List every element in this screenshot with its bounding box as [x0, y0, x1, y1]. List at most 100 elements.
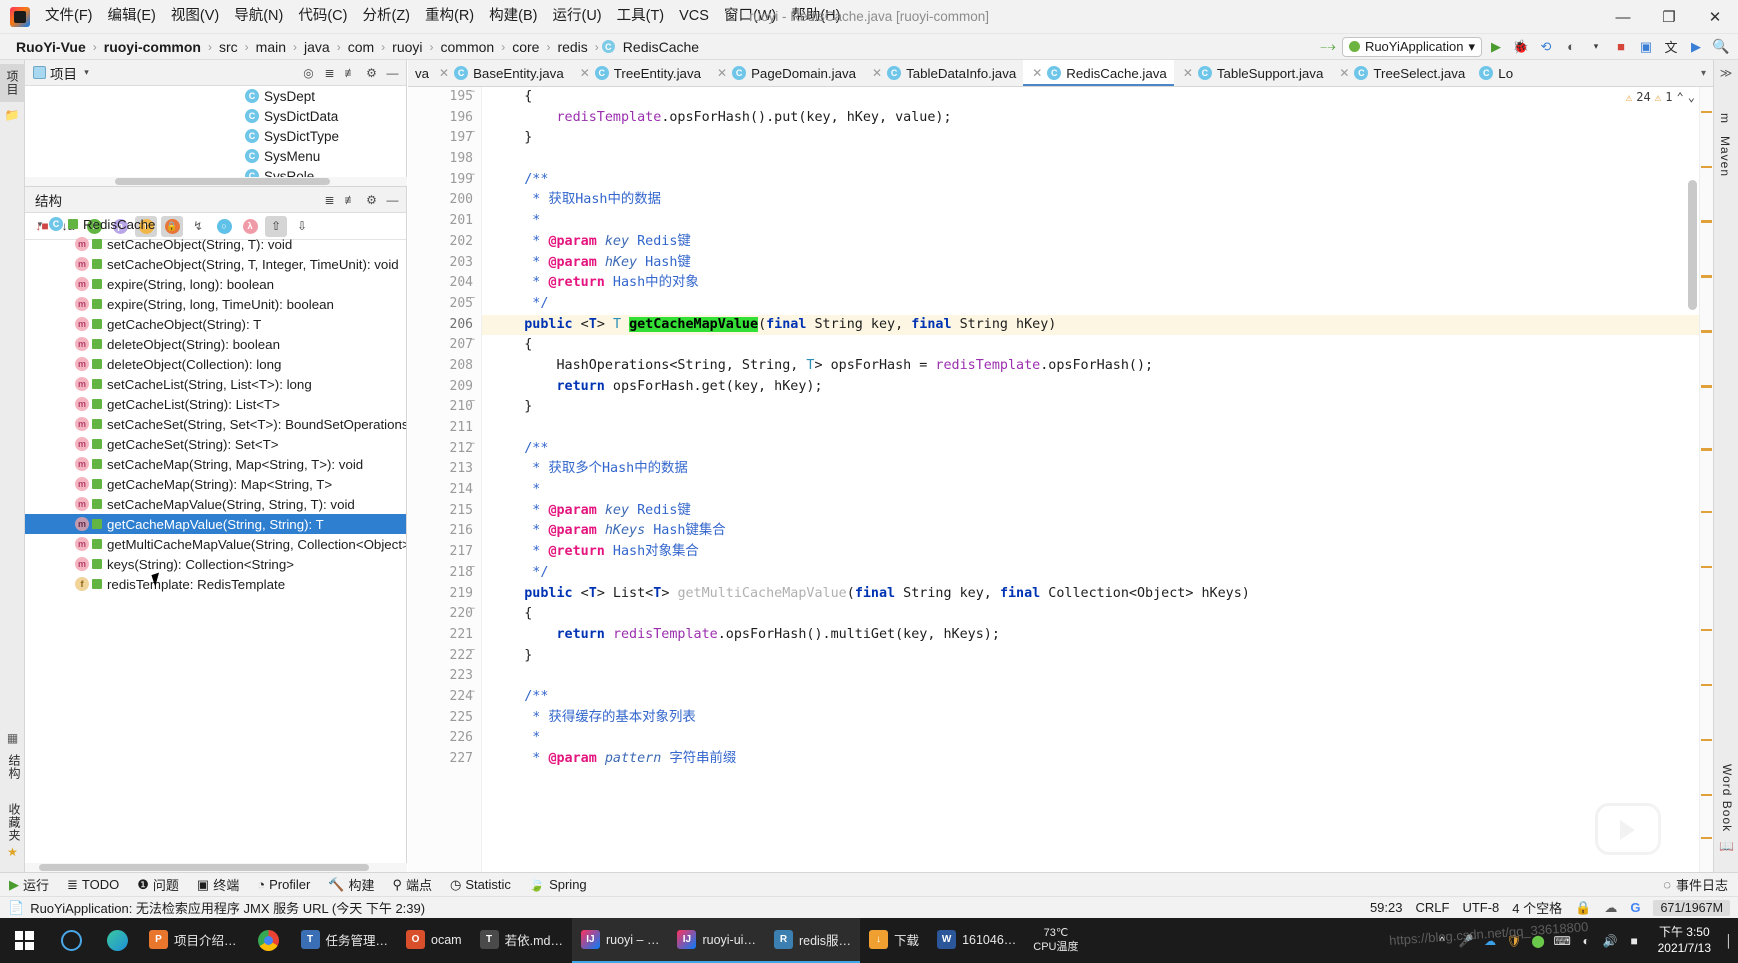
code-fold-icon[interactable]: ⌐	[467, 563, 478, 574]
cpu-temperature-widget[interactable]: 73℃ CPU温度	[1025, 927, 1086, 955]
structure-member-row[interactable]: m expire(String, long, TimeUnit): boolea…	[25, 294, 406, 314]
updates-icon[interactable]: ▣	[1635, 36, 1657, 57]
close-icon[interactable]: ✕	[1339, 66, 1349, 80]
antivirus-icon[interactable]: 🛡	[1506, 932, 1523, 949]
collapse-all-icon[interactable]: ≢	[341, 190, 360, 209]
code-line[interactable]: * @return Hash中的对象	[482, 273, 1713, 294]
book-icon[interactable]: 📖	[1718, 839, 1735, 856]
keyboard-icon[interactable]: ⌨	[1553, 932, 1570, 949]
menu-refactor[interactable]: 重构(R)	[418, 4, 481, 29]
menu-analyze[interactable]: 分析(Z)	[355, 4, 417, 29]
hide-panel-icon[interactable]: —	[383, 63, 402, 82]
toolwindow-todo[interactable]: ≣ TODO	[58, 877, 128, 893]
close-icon[interactable]: ✕	[1032, 66, 1042, 80]
toolwindow-build[interactable]: 🔨 构建	[319, 875, 383, 894]
code-line[interactable]: /**	[482, 687, 1713, 708]
google-icon[interactable]: G	[1630, 900, 1640, 915]
chevron-down-icon[interactable]: ▾	[77, 63, 96, 82]
structure-member-row[interactable]: m setCacheObject(String, T): void	[25, 234, 406, 254]
maximize-button[interactable]: ❐	[1646, 0, 1692, 34]
chevron-down-icon[interactable]: ▾	[1701, 68, 1706, 79]
toolwindow-statistic[interactable]: ◷ Statistic	[441, 877, 520, 893]
strip-tab-m[interactable]: m	[1714, 107, 1736, 130]
editor-tab-tablesupport[interactable]: ✕ C TableSupport.java	[1173, 60, 1331, 86]
tree-item[interactable]: C SysDictType	[25, 126, 406, 146]
code-line[interactable]: * @param key Redis键	[482, 501, 1713, 522]
close-button[interactable]: ✕	[1692, 0, 1738, 34]
close-icon[interactable]: ✕	[1183, 66, 1193, 80]
code-text-area[interactable]: ⚠ 24 ⚠ 1 ⌃ ⌄ { redisTemplate.opsForHash(…	[482, 87, 1713, 872]
problem-marker[interactable]	[1701, 738, 1712, 742]
problem-marker[interactable]	[1701, 628, 1712, 632]
build-hammer-icon[interactable]: ⤍	[1317, 36, 1339, 57]
structure-root-row[interactable]: ▾ C RedisCache	[25, 214, 406, 234]
indent-setting[interactable]: 4 个空格	[1512, 898, 1562, 917]
code-line[interactable]: * 获取多个Hash中的数据	[482, 459, 1713, 480]
toolwindow-run[interactable]: ▶ 运行	[0, 875, 58, 894]
run-configuration-selector[interactable]: RuoYiApplication ▾	[1341, 36, 1482, 57]
close-icon[interactable]: ✕	[872, 66, 882, 80]
show-desktop-icon[interactable]: │	[1725, 932, 1733, 949]
run-with-coverage-icon[interactable]: ⟲	[1535, 36, 1557, 57]
inspection-widget[interactable]: ⚠ 24 ⚠ 1 ⌃ ⌄	[1626, 90, 1695, 104]
taskbar-app-project-intro[interactable]: P 项目介绍…	[140, 918, 246, 963]
code-fold-icon[interactable]: −	[467, 687, 478, 698]
strip-tab-wordbook[interactable]: Word Book	[1716, 758, 1738, 838]
breadcrumb-item-main[interactable]: main	[252, 38, 290, 56]
menu-edit[interactable]: 编辑(E)	[101, 4, 163, 29]
code-line[interactable]: /**	[482, 439, 1713, 460]
menu-tools[interactable]: 工具(T)	[610, 4, 672, 29]
structure-member-row[interactable]: m getCacheList(String): List<T>	[25, 394, 406, 414]
structure-member-row[interactable]: m setCacheMap(String, Map<String, T>): v…	[25, 454, 406, 474]
shield-icon[interactable]: ⬤	[1530, 932, 1547, 949]
profiler-attach-icon[interactable]: ◐	[1560, 36, 1582, 57]
tree-item[interactable]: C SysDictData	[25, 106, 406, 126]
editor-tab-overflow-icon[interactable]: ▾	[1693, 60, 1713, 86]
structure-member-row[interactable]: m expire(String, long): boolean	[25, 274, 406, 294]
code-fold-icon[interactable]: −	[467, 604, 478, 615]
code-line[interactable]: /**	[482, 170, 1713, 191]
structure-member-row[interactable]: m getCacheMap(String): Map<String, T>	[25, 474, 406, 494]
onedrive-icon[interactable]: ☁	[1482, 932, 1499, 949]
close-icon[interactable]: ✕	[580, 66, 590, 80]
stop-icon[interactable]: ■	[1610, 36, 1632, 57]
folder-icon[interactable]: 📁	[4, 108, 21, 125]
chevron-down-icon[interactable]: ▾	[1585, 36, 1607, 57]
menu-file[interactable]: 文件(F)	[38, 4, 100, 29]
editor-tab-partial-right[interactable]: C Lo	[1472, 60, 1521, 86]
menu-view[interactable]: 视图(V)	[164, 4, 226, 29]
code-fold-icon[interactable]: ⌐	[467, 397, 478, 408]
toolwindow-spring[interactable]: 🍃 Spring	[520, 877, 596, 893]
project-horizontal-scrollbar[interactable]	[25, 177, 407, 186]
chrome-browser-icon[interactable]	[246, 918, 292, 963]
breadcrumb-item-common[interactable]: common	[437, 38, 499, 56]
problem-marker[interactable]	[1701, 683, 1712, 687]
editor-marker-bar[interactable]	[1699, 87, 1713, 872]
tree-item[interactable]: C SysMenu	[25, 146, 406, 166]
problem-marker[interactable]	[1701, 565, 1712, 569]
translate-icon[interactable]: 文	[1660, 36, 1682, 57]
breadcrumb-item-core[interactable]: core	[508, 38, 543, 56]
start-button[interactable]	[0, 918, 48, 963]
code-line[interactable]: return opsForHash.get(key, hKey);	[482, 377, 1713, 398]
breadcrumb-item-ruoyi[interactable]: ruoyi	[388, 38, 426, 56]
menu-code[interactable]: 代码(C)	[291, 4, 354, 29]
menu-build[interactable]: 构建(B)	[482, 4, 544, 29]
editor-tab-partial-left[interactable]: va	[408, 60, 430, 86]
code-line[interactable]: {	[482, 604, 1713, 625]
code-line[interactable]: */	[482, 294, 1713, 315]
code-line[interactable]: }	[482, 397, 1713, 418]
structure-member-row[interactable]: m setCacheObject(String, T, Integer, Tim…	[25, 254, 406, 274]
settings-gear-icon[interactable]: ⚙	[362, 63, 381, 82]
close-icon[interactable]: ✕	[439, 66, 449, 80]
code-line[interactable]: * 获取Hash中的数据	[482, 190, 1713, 211]
debug-icon[interactable]: 🐞	[1510, 36, 1532, 57]
taskbar-app-word-doc[interactable]: W 161046…	[928, 918, 1025, 963]
editor-tab-pagedomain[interactable]: ✕ C PageDomain.java	[708, 60, 864, 86]
code-line[interactable]: * @param key Redis键	[482, 232, 1713, 253]
editor-tab-tabledatainfo[interactable]: ✕ C TableDataInfo.java	[863, 60, 1024, 86]
structure-member-row[interactable]: m getCacheSet(String): Set<T>	[25, 434, 406, 454]
code-line[interactable]: }	[482, 128, 1713, 149]
code-line[interactable]: *	[482, 211, 1713, 232]
memory-indicator[interactable]: 671/1967M	[1653, 899, 1730, 916]
